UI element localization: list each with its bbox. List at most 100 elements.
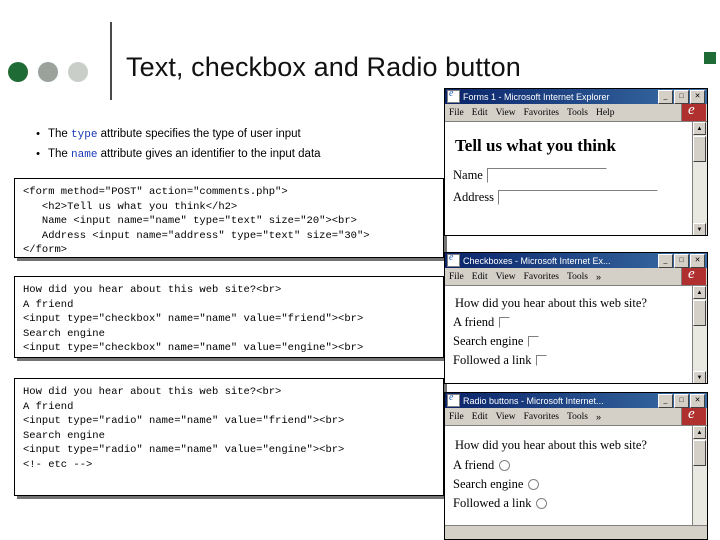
minimize-button[interactable]: _ — [658, 89, 673, 104]
bullet-text-pre: The — [48, 128, 72, 140]
scroll-up-icon[interactable]: ▲ — [693, 426, 706, 439]
window-title: Checkboxes - Microsoft Internet Ex... — [463, 255, 611, 266]
menu-item-edit[interactable]: Edit — [472, 108, 488, 118]
checkbox-friend[interactable] — [499, 317, 511, 328]
menu-item-view[interactable]: View — [496, 412, 516, 422]
menu-item-help[interactable]: Help — [596, 108, 614, 118]
bullet-text: The type attribute specifies the type of… — [48, 128, 301, 141]
ie-brand-logo-icon — [681, 406, 706, 425]
scroll-up-icon[interactable]: ▲ — [693, 122, 706, 135]
bullet-marker-icon: • — [36, 148, 40, 160]
menu-item-file[interactable]: File — [449, 108, 464, 118]
vertical-scrollbar[interactable]: ▲ ▼ — [692, 122, 707, 235]
menu-item-view[interactable]: View — [496, 272, 516, 282]
scroll-down-icon[interactable]: ▼ — [693, 371, 706, 383]
browser-window-radio-buttons[interactable]: Radio buttons - Microsoft Internet... _ … — [444, 392, 708, 540]
scrollbar-thumb[interactable] — [693, 136, 706, 162]
menu-item-tools[interactable]: Tools — [567, 412, 588, 422]
menu-overflow-icon[interactable]: » — [596, 272, 601, 282]
code-block-radio: How did you hear about this web site?<br… — [14, 378, 444, 496]
form-field-name[interactable]: Name — [453, 168, 699, 183]
scrollbar-thumb[interactable] — [693, 300, 706, 326]
address-input[interactable] — [497, 190, 658, 205]
window-controls[interactable]: _ □ ✕ — [658, 393, 706, 408]
vertical-scrollbar[interactable]: ▲ ▼ — [692, 426, 707, 539]
bullet-code-term: type — [71, 129, 98, 141]
option-label: Followed a link — [453, 496, 532, 510]
option-row[interactable]: Followed a link — [453, 496, 699, 511]
list-item: • The name attribute gives an identifier… — [28, 148, 458, 161]
decoration-dot-gray — [38, 62, 58, 82]
titlebar[interactable]: Forms 1 - Microsoft Internet Explorer _ … — [445, 89, 707, 104]
page-title: Text, checkbox and Radio button — [126, 52, 521, 82]
menu-item-view[interactable]: View — [496, 108, 516, 118]
radio-followed-link[interactable] — [536, 498, 548, 509]
titlebar[interactable]: Radio buttons - Microsoft Internet... _ … — [445, 393, 707, 408]
checkbox-search-engine[interactable] — [528, 336, 540, 347]
bullet-text-post: attribute gives an identifier to the inp… — [97, 148, 321, 160]
bullet-text-pre: The — [48, 148, 72, 160]
ie-logo-icon — [447, 89, 460, 103]
vertical-scrollbar[interactable]: ▲ ▼ — [692, 286, 707, 383]
titlebar[interactable]: Checkboxes - Microsoft Internet Ex... _ … — [445, 253, 707, 268]
field-label-address: Address — [453, 190, 494, 204]
browser-window-checkboxes[interactable]: Checkboxes - Microsoft Internet Ex... _ … — [444, 252, 708, 384]
window-title: Forms 1 - Microsoft Internet Explorer — [463, 91, 610, 102]
menubar[interactable]: File Edit View Favorites Tools Help — [445, 102, 707, 122]
option-row[interactable]: Search engine — [453, 477, 699, 492]
menu-item-edit[interactable]: Edit — [472, 412, 488, 422]
menu-item-tools[interactable]: Tools — [567, 108, 588, 118]
code-block-checkbox: How did you hear about this web site?<br… — [14, 276, 444, 358]
window-controls[interactable]: _ □ ✕ — [658, 89, 706, 104]
browser-window-forms[interactable]: Forms 1 - Microsoft Internet Explorer _ … — [444, 88, 708, 236]
menu-item-favorites[interactable]: Favorites — [524, 108, 559, 118]
maximize-button[interactable]: □ — [674, 253, 689, 268]
bullet-code-term: name — [71, 149, 98, 161]
question-text: How did you hear about this web site? — [455, 296, 647, 310]
ie-brand-logo-icon — [681, 102, 706, 121]
menu-item-file[interactable]: File — [449, 412, 464, 422]
form-field-address[interactable]: Address — [453, 190, 699, 205]
scroll-up-icon[interactable]: ▲ — [693, 286, 706, 299]
menu-item-favorites[interactable]: Favorites — [524, 272, 559, 282]
menubar[interactable]: File Edit View Favorites Tools » — [445, 406, 707, 426]
option-row[interactable]: Search engine — [453, 334, 699, 349]
scroll-down-icon[interactable]: ▼ — [693, 223, 706, 235]
field-label-name: Name — [453, 168, 483, 182]
radio-search-engine[interactable] — [528, 479, 540, 490]
ie-logo-icon — [447, 253, 460, 267]
page-content: How did you hear about this web site? A … — [445, 286, 707, 383]
minimize-button[interactable]: _ — [658, 393, 673, 408]
question-text: How did you hear about this web site? — [455, 438, 647, 452]
title-divider-line — [110, 22, 112, 100]
option-label: Search engine — [453, 334, 524, 348]
option-label: Followed a link — [453, 353, 532, 367]
checkbox-followed-link[interactable] — [536, 355, 548, 366]
bullet-text: The name attribute gives an identifier t… — [48, 148, 321, 161]
menu-overflow-icon[interactable]: » — [596, 412, 601, 422]
window-controls[interactable]: _ □ ✕ — [658, 253, 706, 268]
option-label: A friend — [453, 458, 495, 472]
form-heading: Tell us what you think — [455, 136, 616, 155]
option-row[interactable]: Followed a link — [453, 353, 699, 368]
scrollbar-thumb[interactable] — [693, 440, 706, 466]
option-label: A friend — [453, 315, 495, 329]
name-input[interactable] — [486, 168, 607, 183]
ie-logo-icon — [447, 393, 460, 407]
menu-item-file[interactable]: File — [449, 272, 464, 282]
code-block-form: <form method="POST" action="comments.php… — [14, 178, 444, 258]
bullet-text-post: attribute specifies the type of user inp… — [97, 128, 301, 140]
menu-item-edit[interactable]: Edit — [472, 272, 488, 282]
minimize-button[interactable]: _ — [658, 253, 673, 268]
maximize-button[interactable]: □ — [674, 393, 689, 408]
status-bar — [445, 525, 707, 539]
menu-item-tools[interactable]: Tools — [567, 272, 588, 282]
radio-friend[interactable] — [499, 460, 511, 471]
option-label: Search engine — [453, 477, 524, 491]
menu-item-favorites[interactable]: Favorites — [524, 412, 559, 422]
maximize-button[interactable]: □ — [674, 89, 689, 104]
option-row[interactable]: A friend — [453, 458, 699, 473]
option-row[interactable]: A friend — [453, 315, 699, 330]
decoration-dot-light — [68, 62, 88, 82]
menubar[interactable]: File Edit View Favorites Tools » — [445, 266, 707, 286]
